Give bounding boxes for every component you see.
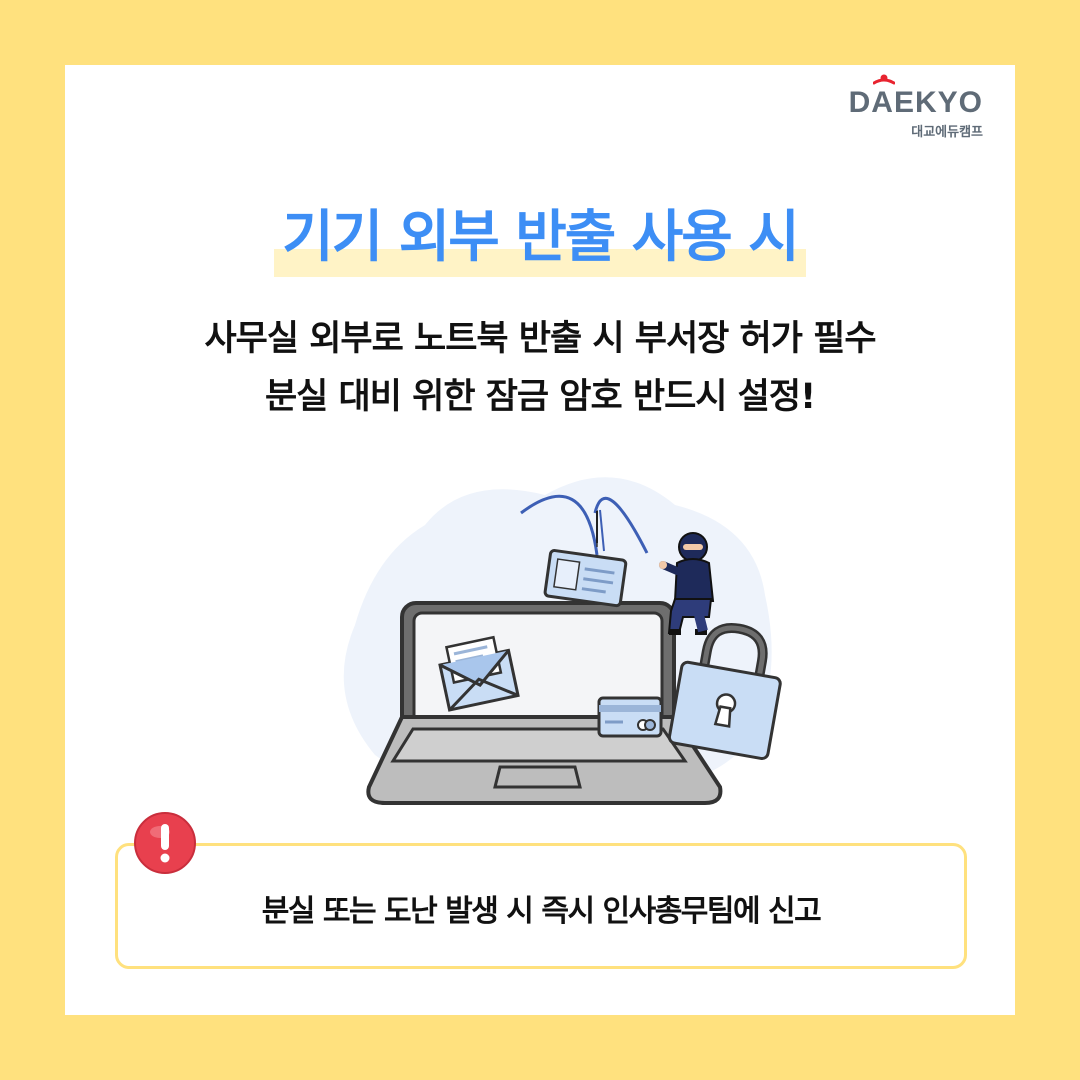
logo-wordmark: DAEKYO: [848, 74, 983, 119]
credit-card-icon: [597, 696, 663, 738]
description-line-2: 분실 대비 위한 잠금 암호 반드시 설정!: [264, 377, 816, 417]
id-card-icon: [543, 549, 628, 608]
logo-subtitle: 대교에듀캠프: [911, 125, 983, 140]
laptop-security-illustration: [343, 477, 782, 805]
logo-figure-icon: [872, 74, 895, 85]
content-card: DAEKYO 대교에듀캠프 기기 외부 반출 사용 시 사무실 외부로 노트북 …: [65, 65, 1015, 1015]
description-line-1: 사무실 외부로 노트북 반출 시 부서장 허가 필수: [204, 319, 876, 359]
exclamation-icon: [134, 812, 196, 874]
laptop-icon: [366, 601, 723, 805]
brand-logo: DAEKYO 대교에듀캠프: [848, 74, 983, 140]
notice-text: 분실 또는 도난 발생 시 즉시 인사총무팀에 신고: [261, 894, 822, 929]
title-area: 기기 외부 반출 사용 시: [65, 192, 1015, 277]
title-text: 기기 외부 반출 사용 시: [282, 205, 800, 270]
notice-box: 분실 또는 도난 발생 시 즉시 인사총무팀에 신고: [115, 843, 967, 969]
page-title: 기기 외부 반출 사용 시: [274, 192, 806, 277]
logo-text: DAEKYO: [848, 86, 983, 119]
